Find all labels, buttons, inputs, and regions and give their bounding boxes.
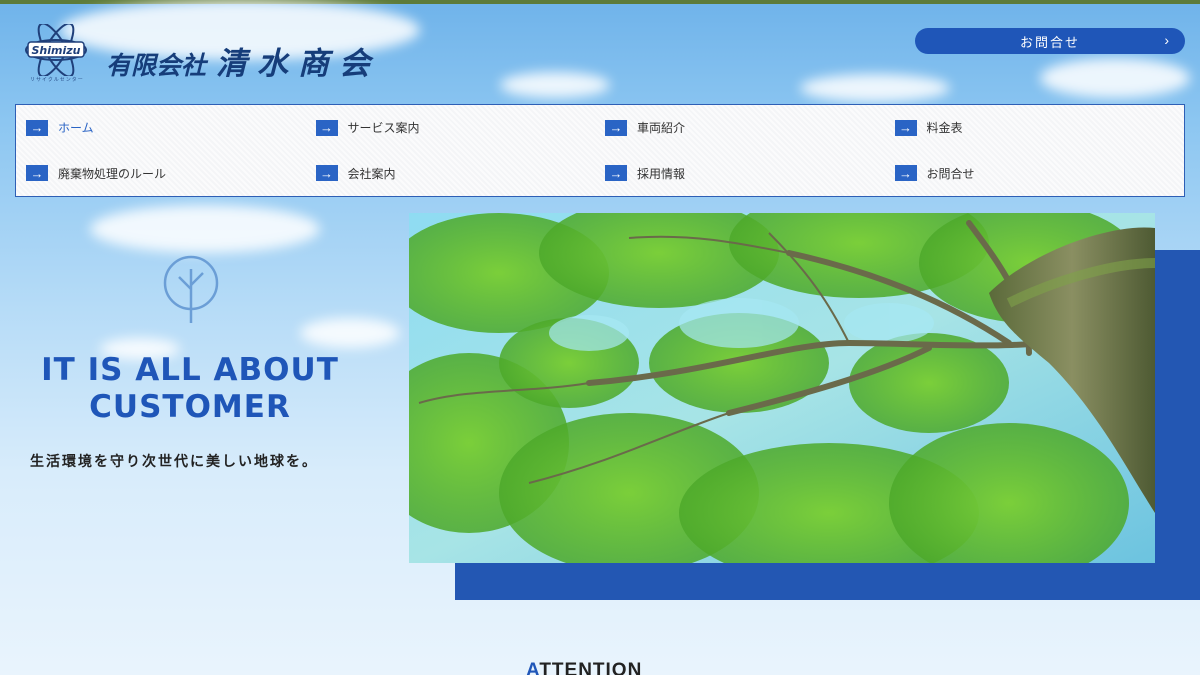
background-cloud: [500, 72, 610, 98]
nav-item-label: ホーム: [58, 121, 94, 136]
background-cloud: [1040, 58, 1190, 98]
logo-text: Shimizu: [32, 44, 81, 57]
nav-item-label: 料金表: [926, 121, 963, 136]
nav-item-services[interactable]: → サービス案内: [315, 105, 606, 151]
background-cloud: [300, 318, 400, 348]
hero-tree-photo: [409, 213, 1155, 563]
hero-title: IT IS ALL ABOUT CUSTOMER: [0, 352, 380, 426]
nav-item-pricing[interactable]: → 料金表: [894, 105, 1185, 151]
background-cloud: [90, 205, 320, 253]
nav-item-label: 車両紹介: [637, 121, 686, 136]
arrow-right-icon: →: [605, 165, 627, 182]
nav-item-contact[interactable]: → お問合せ: [894, 151, 1185, 197]
chevron-right-icon: ›: [1164, 32, 1171, 48]
nav-item-label: お問合せ: [926, 166, 975, 181]
hero-title-line: IT IS ALL ABOUT: [41, 352, 339, 388]
contact-button-label: お問合せ: [1019, 34, 1080, 50]
arrow-right-icon: →: [894, 119, 917, 136]
company-title: 清水商会: [216, 46, 381, 82]
arrow-right-icon: →: [315, 165, 338, 182]
arrow-right-icon: →: [26, 165, 48, 182]
contact-button[interactable]: お問合せ ›: [915, 28, 1185, 54]
section-heading: ATTENTION: [526, 660, 642, 675]
background-cloud: [800, 74, 950, 102]
hero-subtitle: 生活環境を守り次世代に美しい地球を。: [30, 453, 318, 469]
company-name[interactable]: 有限会社 清水商会: [106, 38, 380, 83]
section-heading-rest: TTENTION: [539, 660, 643, 675]
nav-item-company[interactable]: → 会社案内: [315, 151, 606, 197]
nav-item-label: 採用情報: [637, 166, 686, 181]
nav-item-vehicles[interactable]: → 車両紹介: [605, 105, 895, 151]
logo-atom-icon[interactable]: Shimizu: [22, 24, 90, 76]
nav-item-recruit[interactable]: → 採用情報: [605, 151, 895, 197]
main-navigation: → ホーム → サービス案内 → 車両紹介 → 料金表 → 廃棄物処理のルール → 会社案内…: [15, 104, 1185, 197]
nav-item-label: サービス案内: [347, 121, 420, 136]
nav-item-label: 会社案内: [347, 166, 396, 181]
nav-item-waste-rules[interactable]: → 廃棄物処理のルール: [26, 151, 316, 197]
arrow-right-icon: →: [605, 119, 627, 136]
arrow-right-icon: →: [315, 119, 338, 136]
hero-title-line: CUSTOMER: [89, 389, 291, 425]
nav-item-home[interactable]: → ホーム: [26, 105, 316, 151]
arrow-right-icon: →: [894, 165, 917, 182]
section-heading-accent: A: [526, 660, 540, 675]
logo-subtext: リサイクルセンター: [30, 77, 84, 83]
nav-item-label: 廃棄物処理のルール: [58, 166, 167, 181]
company-prefix: 有限会社: [106, 51, 207, 80]
leaf-icon: [163, 255, 219, 323]
arrow-right-icon: →: [26, 119, 48, 136]
